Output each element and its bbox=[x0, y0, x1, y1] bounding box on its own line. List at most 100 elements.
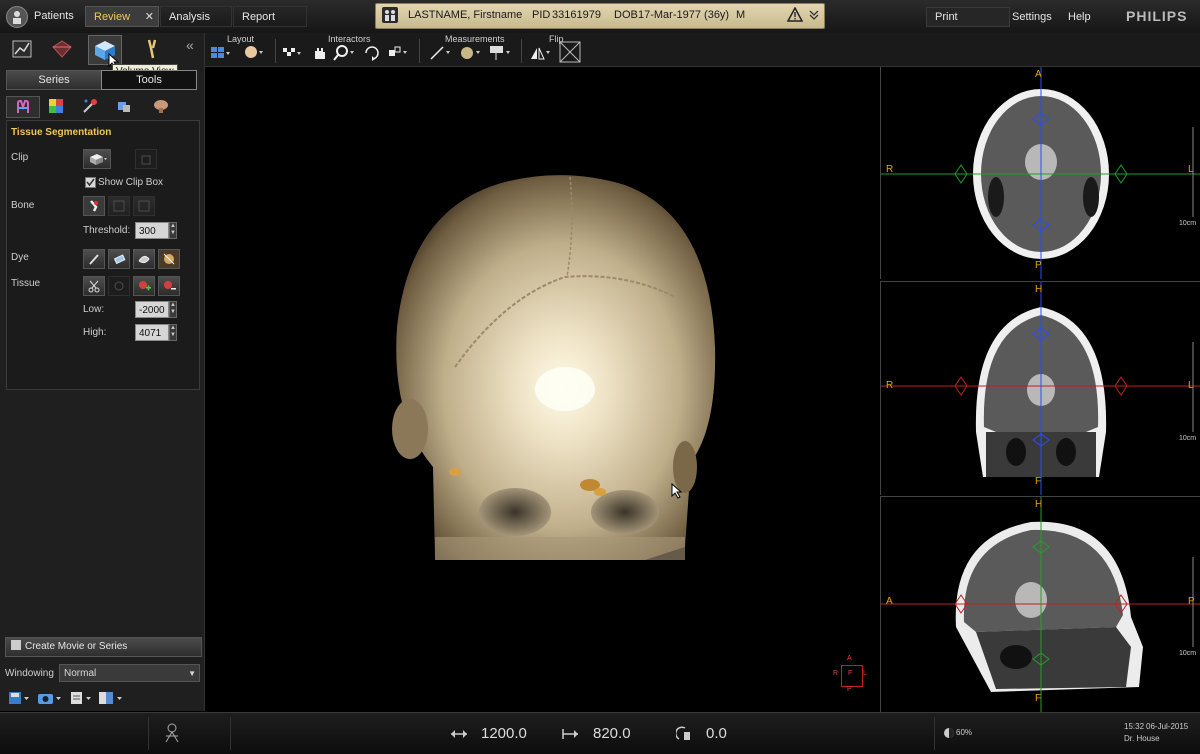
high-input[interactable]: 4071 bbox=[135, 324, 169, 341]
tab-review[interactable]: Review ✕ bbox=[85, 6, 159, 27]
tab-color-map[interactable] bbox=[40, 96, 72, 116]
annotation-icon bbox=[490, 46, 510, 60]
tab-presets[interactable] bbox=[145, 96, 177, 116]
dye-region-button[interactable] bbox=[133, 249, 155, 269]
tissue-add-icon bbox=[139, 281, 151, 291]
zoom-button[interactable] bbox=[333, 44, 355, 62]
collapse-panel-icon[interactable]: « bbox=[186, 37, 194, 53]
clip-box-button[interactable] bbox=[83, 149, 111, 169]
coronal-bottom-label: F bbox=[1035, 476, 1042, 487]
windowing-label: Windowing bbox=[5, 668, 54, 679]
sagittal-viewport[interactable]: H F A P 10cm bbox=[880, 496, 1200, 712]
dye-brush-button[interactable] bbox=[83, 249, 105, 269]
annotation-button[interactable] bbox=[489, 44, 511, 62]
pan-button[interactable] bbox=[309, 44, 331, 62]
threshold-input[interactable]: 300 bbox=[135, 222, 169, 239]
flip-button[interactable] bbox=[529, 44, 551, 62]
app-menu-icon[interactable] bbox=[6, 6, 28, 28]
status-user: Dr. House bbox=[1124, 734, 1160, 743]
orient-bottom: P bbox=[847, 686, 852, 693]
high-stepper[interactable]: ▲ ▼ bbox=[169, 324, 177, 341]
axial-top-label: A bbox=[1035, 69, 1042, 80]
tab-report[interactable]: Report bbox=[233, 6, 307, 27]
chevron-down-icon[interactable] bbox=[808, 8, 820, 25]
tab-objects[interactable] bbox=[108, 96, 140, 116]
distance-measure-button[interactable] bbox=[429, 44, 451, 62]
clip-reset-icon bbox=[141, 155, 151, 165]
auto-dye-icon bbox=[163, 253, 175, 265]
show-clip-box-checkbox[interactable] bbox=[85, 177, 96, 188]
bookmark-button[interactable] bbox=[98, 691, 124, 708]
tab-2d-view[interactable] bbox=[6, 37, 38, 61]
window-width-value: 1200.0 bbox=[481, 725, 527, 742]
ruler-line-icon bbox=[430, 46, 450, 60]
tab-segmentation[interactable] bbox=[6, 96, 40, 118]
crosshair-button[interactable] bbox=[387, 44, 409, 62]
bone-option-icon bbox=[138, 200, 150, 212]
dye-fill-button[interactable] bbox=[108, 249, 130, 269]
save-button[interactable] bbox=[8, 691, 30, 708]
dye-auto-button[interactable] bbox=[158, 249, 180, 269]
hand-icon bbox=[315, 48, 325, 59]
sagittal-bottom-label: F bbox=[1035, 693, 1042, 704]
mpr-view-icon bbox=[52, 40, 72, 58]
bone-remove-button[interactable] bbox=[83, 196, 105, 216]
status-divider bbox=[148, 717, 149, 750]
tab-sculpt[interactable] bbox=[74, 96, 106, 116]
ellipse-roi-button[interactable] bbox=[459, 44, 481, 62]
tab-vessel-view[interactable] bbox=[136, 37, 168, 61]
create-movie-button[interactable]: Create Movie or Series bbox=[5, 637, 202, 657]
rotation-value: 0.0 bbox=[706, 725, 727, 742]
bone-label: Bone bbox=[11, 200, 35, 211]
report-button[interactable] bbox=[70, 691, 94, 708]
status-date: 06-Jul-2015 bbox=[1146, 722, 1189, 731]
left-panel: « Volume View Series Tools Tissue Segmen… bbox=[0, 33, 205, 711]
tab-series[interactable]: Series bbox=[6, 70, 102, 90]
viewer-toolbar: Layout Interactors Measurements Flip bbox=[205, 33, 1200, 67]
tissue-remove-button[interactable] bbox=[158, 276, 180, 296]
orientation-cube[interactable]: A R F L P bbox=[833, 655, 869, 697]
bone-option-button-2[interactable] bbox=[108, 196, 130, 216]
grid-icon bbox=[211, 47, 230, 58]
axial-viewport[interactable]: A P R L 10cm bbox=[880, 67, 1200, 279]
windowing-select[interactable]: Normal ▼ bbox=[59, 664, 200, 682]
status-bar: 1200.0 820.0 0.0 60% 15:32 06-Jul-2015 D… bbox=[0, 712, 1200, 754]
axial-slice-image bbox=[881, 67, 1200, 279]
tissue-option-button[interactable] bbox=[108, 276, 130, 296]
window-level-button[interactable] bbox=[281, 44, 303, 62]
patient-banner[interactable]: LASTNAME, Firstname PID 33161979 DOB 17-… bbox=[375, 3, 825, 29]
low-stepper[interactable]: ▲ ▼ bbox=[169, 301, 177, 318]
tab-patients[interactable]: Patients bbox=[26, 6, 84, 27]
reset-view-button[interactable] bbox=[558, 40, 582, 64]
help-button[interactable]: Help bbox=[1068, 8, 1091, 26]
save-icon bbox=[9, 692, 29, 704]
tab-tools[interactable]: Tools bbox=[101, 70, 197, 90]
settings-button[interactable]: Settings bbox=[1012, 8, 1052, 26]
patient-position-icon[interactable] bbox=[162, 722, 182, 744]
measurements-group-label: Measurements bbox=[445, 34, 505, 44]
sagittal-scale-label: 10cm bbox=[1179, 650, 1197, 657]
print-button[interactable]: Print bbox=[926, 7, 1010, 27]
patient-icon bbox=[382, 7, 398, 23]
coronal-viewport[interactable]: H F R L 10cm bbox=[880, 281, 1200, 495]
sagittal-slice-image bbox=[881, 497, 1200, 712]
volume-render-viewport[interactable]: A R F L P bbox=[205, 67, 879, 711]
bone-option-button-3[interactable] bbox=[133, 196, 155, 216]
layout-group-label: Layout bbox=[227, 34, 255, 44]
snapshot-button[interactable] bbox=[37, 691, 63, 708]
threshold-stepper[interactable]: ▲ ▼ bbox=[169, 222, 177, 239]
sagittal-top-label: H bbox=[1035, 499, 1043, 510]
layout-anatomy-button[interactable] bbox=[243, 44, 265, 62]
close-tab-icon[interactable]: ✕ bbox=[145, 7, 154, 28]
rotate-button[interactable] bbox=[361, 44, 383, 62]
tab-mpr-view[interactable] bbox=[46, 37, 78, 61]
clip-reset-button[interactable] bbox=[135, 149, 157, 169]
tissue-option-icon bbox=[114, 281, 124, 291]
tissue-cut-button[interactable] bbox=[83, 276, 105, 296]
low-input[interactable]: -2000 bbox=[135, 301, 169, 318]
axial-right-label: L bbox=[1188, 164, 1194, 175]
coronal-left-label: R bbox=[886, 380, 894, 391]
layout-grid-button[interactable] bbox=[210, 44, 232, 62]
tissue-add-button[interactable] bbox=[133, 276, 155, 296]
tab-analysis[interactable]: Analysis bbox=[160, 6, 232, 27]
